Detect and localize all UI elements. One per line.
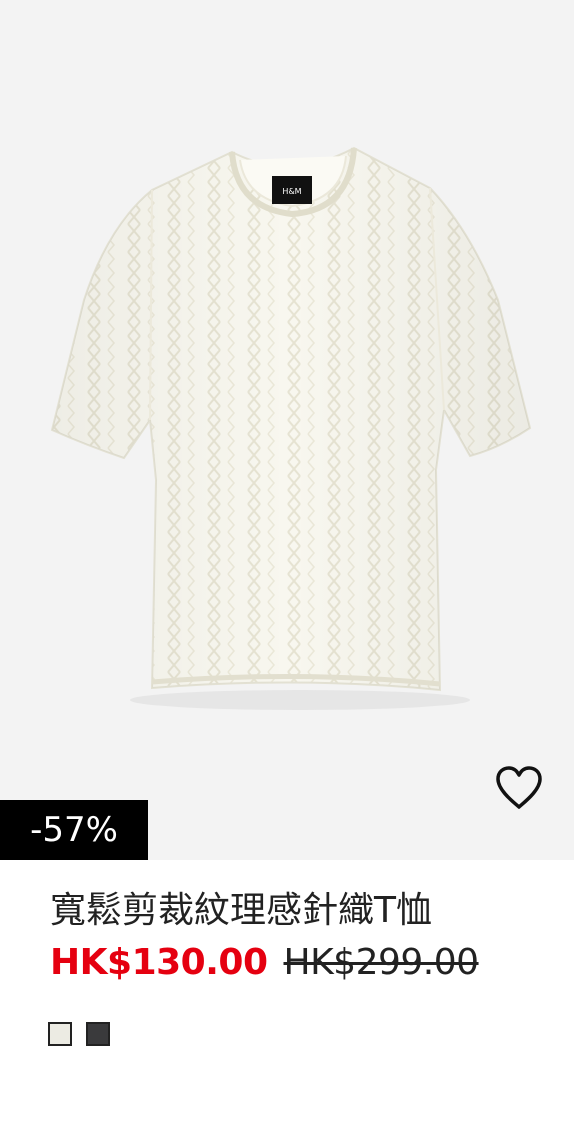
price-row: HK$130.00 HK$299.00 [50, 936, 479, 988]
svg-text:H&M: H&M [282, 187, 301, 196]
product-card[interactable]: H&M -57% 寬鬆剪裁紋理感針織T恤 HK$130.00 HK$299.00 [0, 0, 574, 1140]
product-title[interactable]: 寬鬆剪裁紋理感針織T恤 [50, 886, 432, 936]
swatch-dark-grey[interactable] [86, 1022, 110, 1046]
product-image[interactable]: H&M -57% [0, 0, 574, 860]
color-swatches [48, 1022, 110, 1046]
discount-badge: -57% [0, 800, 148, 860]
original-price: HK$299.00 [283, 941, 480, 983]
swatch-cream[interactable] [48, 1022, 72, 1046]
sale-price: HK$130.00 [50, 941, 268, 983]
product-photo-knit-tshirt: H&M [50, 146, 532, 710]
heart-outline-icon [496, 766, 542, 809]
favorite-button[interactable] [490, 762, 548, 814]
